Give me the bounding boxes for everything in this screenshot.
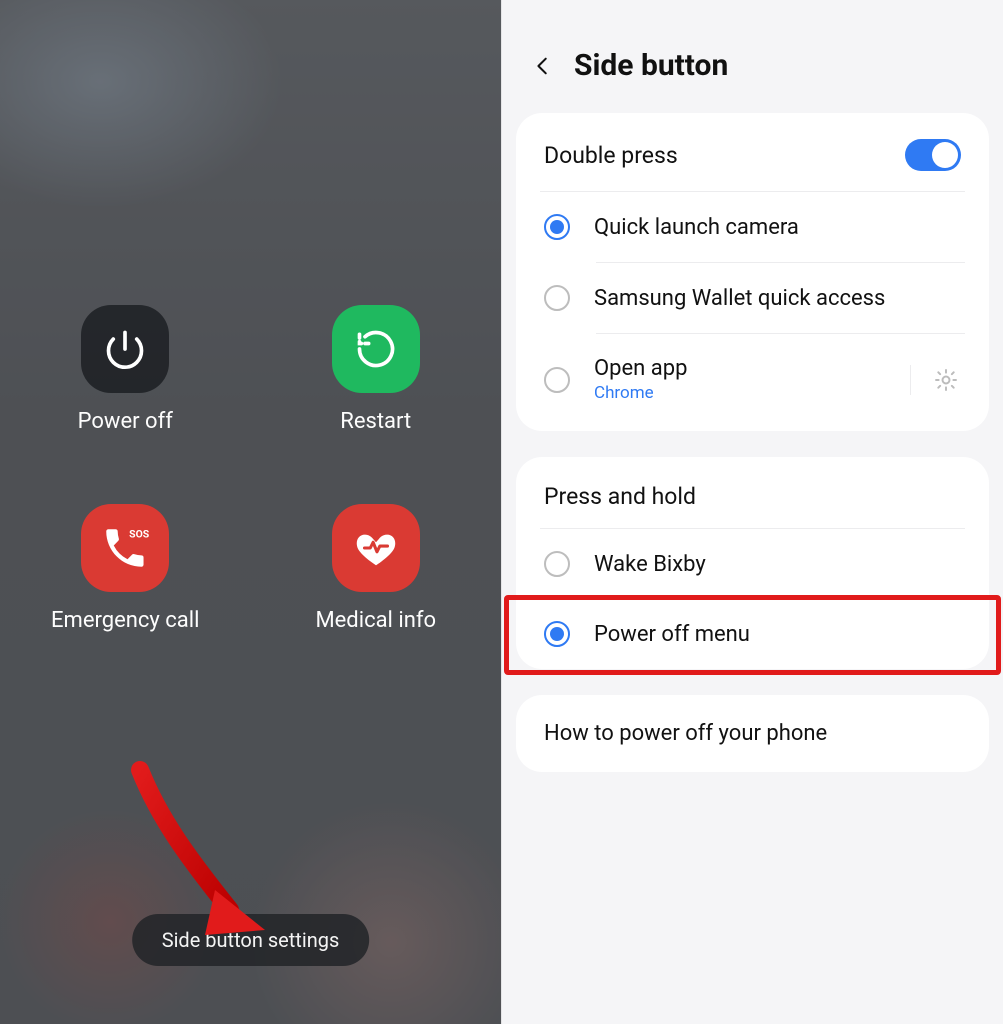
double-press-header: Double press — [544, 142, 678, 169]
press-hold-bixby-label: Wake Bixby — [594, 552, 961, 577]
medical-info-button[interactable]: Medical info — [315, 504, 436, 633]
restart-button[interactable]: Restart — [332, 305, 420, 434]
side-button-settings-label: Side button settings — [162, 928, 340, 952]
double-press-toggle[interactable] — [905, 139, 961, 171]
power-off-button[interactable]: Power off — [78, 305, 173, 434]
double-press-wallet-row[interactable]: Samsung Wallet quick access — [540, 263, 965, 333]
press-hold-poweroff-row[interactable]: Power off menu — [540, 599, 965, 669]
open-app-settings-button[interactable] — [910, 365, 961, 395]
gear-icon — [933, 367, 959, 393]
side-button-settings-screen: Side button Double press Quick launch ca… — [501, 0, 1003, 1024]
power-off-label: Power off — [78, 409, 173, 434]
radio-unselected-icon — [544, 551, 570, 577]
press-hold-section: Press and hold Wake Bixby Power off menu — [516, 457, 989, 669]
back-icon[interactable] — [532, 55, 554, 77]
how-to-power-off-label: How to power off your phone — [544, 721, 827, 746]
double-press-camera-row[interactable]: Quick launch camera — [540, 192, 965, 262]
medical-info-icon — [332, 504, 420, 592]
press-hold-poweroff-label: Power off menu — [594, 622, 961, 647]
double-press-camera-label: Quick launch camera — [594, 215, 961, 240]
medical-info-label: Medical info — [315, 608, 436, 633]
restart-label: Restart — [340, 409, 411, 434]
power-icon — [81, 305, 169, 393]
radio-selected-icon — [544, 214, 570, 240]
double-press-openapp-label: Open app — [594, 356, 886, 381]
restart-icon — [332, 305, 420, 393]
double-press-openapp-sub: Chrome — [594, 383, 886, 403]
settings-header: Side button — [502, 0, 1003, 113]
radio-selected-icon — [544, 621, 570, 647]
radio-unselected-icon — [544, 367, 570, 393]
emergency-call-label: Emergency call — [51, 608, 199, 633]
double-press-section: Double press Quick launch camera Samsung… — [516, 113, 989, 431]
emergency-call-button[interactable]: SOS Emergency call — [51, 504, 199, 633]
side-button-settings-pill[interactable]: Side button settings — [132, 914, 370, 966]
emergency-call-icon: SOS — [81, 504, 169, 592]
page-title: Side button — [574, 48, 728, 83]
how-to-power-off-link[interactable]: How to power off your phone — [516, 695, 989, 772]
svg-text:SOS: SOS — [129, 528, 150, 541]
double-press-openapp-row[interactable]: Open app Chrome — [540, 334, 965, 431]
press-hold-bixby-row[interactable]: Wake Bixby — [540, 529, 965, 599]
press-hold-header: Press and hold — [544, 483, 696, 510]
power-menu-grid: Power off Restart SOS E — [0, 305, 501, 633]
radio-unselected-icon — [544, 285, 570, 311]
power-menu-screen: Power off Restart SOS E — [0, 0, 501, 1024]
double-press-wallet-label: Samsung Wallet quick access — [594, 286, 961, 311]
